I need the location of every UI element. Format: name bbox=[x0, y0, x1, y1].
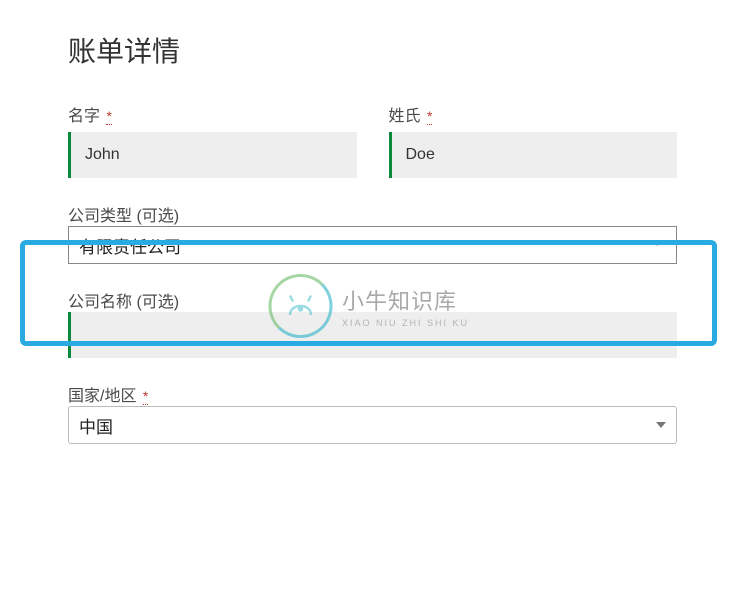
company-type-field: 公司类型 (可选) 有限责任公司 bbox=[68, 202, 677, 264]
country-value: 中国 bbox=[79, 413, 113, 438]
company-name-label: 公司名称 (可选) bbox=[68, 294, 179, 311]
caret-down-icon bbox=[656, 422, 666, 428]
company-name-field: 公司名称 (可选) bbox=[68, 288, 677, 358]
company-type-value: 有限责任公司 bbox=[79, 233, 181, 258]
required-marker: * bbox=[427, 108, 432, 125]
country-field: 国家/地区 * 中国 bbox=[68, 382, 677, 444]
label-text: 姓氏 bbox=[389, 108, 421, 125]
last-name-label: 姓氏 * bbox=[389, 102, 678, 126]
page-title: 账单详情 bbox=[68, 30, 677, 70]
first-name-field: 名字 * bbox=[68, 102, 357, 178]
company-name-input[interactable] bbox=[68, 312, 677, 358]
last-name-input[interactable] bbox=[389, 132, 678, 178]
first-name-label: 名字 * bbox=[68, 102, 357, 126]
country-select[interactable]: 中国 bbox=[68, 406, 677, 444]
label-text: 国家/地区 bbox=[68, 388, 136, 405]
first-name-input[interactable] bbox=[68, 132, 357, 178]
chevron-down-icon bbox=[650, 235, 664, 255]
label-text: 名字 bbox=[68, 108, 100, 125]
required-marker: * bbox=[106, 108, 111, 125]
company-type-select[interactable]: 有限责任公司 bbox=[68, 226, 677, 264]
name-row: 名字 * 姓氏 * bbox=[68, 102, 677, 178]
country-label: 国家/地区 * bbox=[68, 388, 148, 405]
company-type-label: 公司类型 (可选) bbox=[68, 208, 179, 225]
required-marker: * bbox=[143, 388, 148, 405]
last-name-field: 姓氏 * bbox=[389, 102, 678, 178]
